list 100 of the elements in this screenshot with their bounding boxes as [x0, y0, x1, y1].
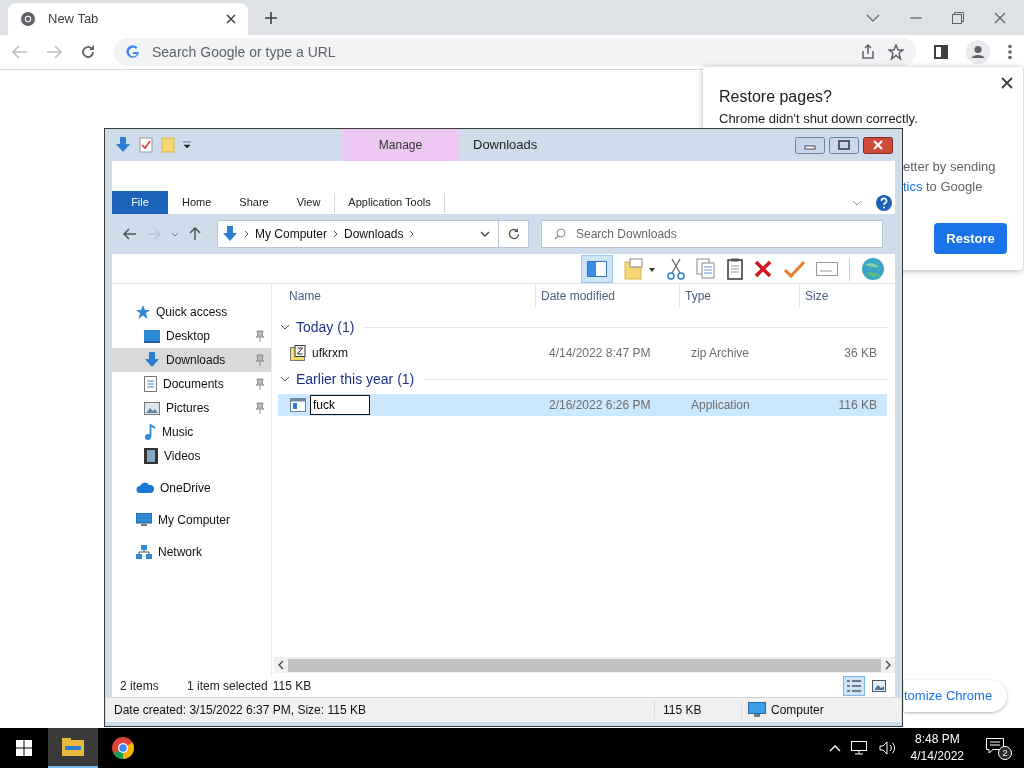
nav-item[interactable]: Documents — [112, 372, 271, 396]
search-field[interactable]: Search Downloads — [541, 220, 883, 248]
document-icon — [144, 376, 157, 392]
show-hidden-icons-icon[interactable] — [828, 744, 841, 752]
new-tab-icon[interactable] — [264, 11, 278, 25]
horizontal-scrollbar[interactable] — [274, 657, 895, 673]
pane-icon — [587, 260, 607, 277]
file-tab[interactable]: File — [112, 191, 168, 214]
address-bar[interactable]: Search Google or type a URL — [114, 38, 916, 66]
properties-icon[interactable] — [139, 137, 153, 153]
ribbon-tab[interactable]: Home — [168, 191, 226, 214]
pin-icon[interactable] — [255, 402, 265, 414]
pin-icon[interactable] — [255, 378, 265, 390]
tab-search-icon[interactable] — [866, 13, 880, 23]
cut-icon[interactable] — [667, 257, 685, 280]
dialog-text: etter by sending — [903, 158, 996, 176]
chrome-icon — [112, 737, 134, 759]
zip-file-icon — [290, 345, 306, 361]
help-icon[interactable] — [876, 194, 892, 211]
details-text: Date created: 3/15/2022 6:37 PM, Size: 115 KB — [113, 702, 367, 719]
refresh-icon — [507, 228, 520, 240]
side-panel-icon[interactable] — [934, 45, 948, 59]
column-header[interactable]: Size — [799, 284, 879, 307]
paste-icon[interactable] — [727, 257, 743, 280]
profile-icon[interactable] — [966, 40, 990, 64]
volume-icon[interactable] — [878, 741, 897, 755]
group-header[interactable]: Today (1) — [296, 316, 355, 338]
nav-item[interactable]: Network — [112, 540, 271, 564]
download-icon[interactable] — [115, 137, 131, 153]
item-count: 2 items — [120, 678, 160, 695]
nav-item[interactable]: Pictures — [112, 396, 271, 420]
group-header[interactable]: Earlier this year (1) — [296, 368, 415, 390]
restore-icon[interactable] — [952, 12, 964, 24]
download-icon — [222, 226, 238, 242]
selection-size: 115 KB — [272, 678, 312, 695]
nav-item[interactable]: Desktop — [112, 324, 271, 348]
computer-icon — [136, 513, 152, 527]
check-icon[interactable] — [783, 259, 805, 278]
ribbon-tab[interactable]: Share — [225, 191, 283, 214]
google-icon — [126, 45, 140, 59]
ribbon-tab[interactable]: Application Tools — [335, 191, 444, 214]
clock[interactable]: 8:48 PM 4/14/2022 — [906, 731, 968, 765]
nav-item[interactable]: Quick access — [112, 300, 271, 324]
column-header[interactable]: Type — [679, 284, 799, 307]
caret-icon[interactable] — [183, 141, 191, 149]
close-icon[interactable] — [994, 12, 1006, 24]
chevron-icon — [409, 230, 415, 238]
column-header[interactable]: Name — [274, 284, 535, 307]
preview-pane-button[interactable] — [581, 254, 613, 283]
refresh-button[interactable] — [499, 220, 529, 248]
tab-title: New Tab — [48, 10, 100, 29]
file-explorer-taskbar-button[interactable] — [48, 728, 98, 768]
reload-icon[interactable] — [80, 44, 96, 60]
nav-item[interactable]: Videos — [112, 444, 271, 468]
image-icon — [144, 401, 160, 415]
browser-tab[interactable]: New Tab — [8, 3, 248, 35]
rename-icon[interactable] — [816, 261, 838, 276]
share-icon[interactable] — [860, 44, 876, 60]
nav-item[interactable]: My Computer — [112, 508, 271, 532]
table-cell-text: 4/14/2022 8:47 PM — [548, 345, 652, 362]
nav-item[interactable]: Music — [112, 420, 271, 444]
file-row[interactable]: ufkrxm 4/14/2022 8:47 PM zip Archive 36 KB — [278, 342, 887, 364]
close-button[interactable] — [863, 136, 893, 154]
rename-field[interactable]: fuck — [310, 395, 370, 415]
search-input[interactable]: Search Downloads — [576, 225, 870, 243]
close-icon[interactable] — [226, 14, 236, 24]
column-header[interactable]: Date modified — [535, 284, 679, 307]
star-icon[interactable] — [888, 44, 904, 60]
recent-locations-icon[interactable] — [171, 231, 179, 237]
notification-center-button[interactable]: 2 — [986, 734, 1014, 762]
close-icon[interactable] — [1001, 77, 1013, 89]
menu-icon[interactable] — [1008, 44, 1012, 60]
collapse-icon[interactable] — [280, 374, 290, 384]
dropdown-icon[interactable] — [480, 231, 490, 237]
customize-chrome-button[interactable]: tomize Chrome — [904, 680, 1007, 712]
network-icon[interactable] — [850, 740, 869, 756]
dialog-message: Chrome didn't shut down correctly. — [719, 111, 918, 126]
details-view-button[interactable] — [843, 676, 865, 696]
file-row[interactable]: fuck 2/16/2022 6:26 PM Application 116 KB — [278, 394, 887, 416]
delete-icon[interactable] — [754, 259, 772, 278]
pin-icon[interactable] — [255, 330, 265, 342]
back-icon[interactable] — [123, 228, 137, 240]
breadcrumb-item[interactable]: My Computer — [255, 225, 328, 243]
globe-icon[interactable] — [861, 256, 885, 281]
nav-item[interactable]: OneDrive — [112, 476, 271, 500]
maximize-button[interactable] — [829, 136, 859, 154]
expand-ribbon-icon[interactable] — [852, 199, 862, 206]
nav-item[interactable]: Downloads — [112, 348, 271, 372]
address-field[interactable]: My Computer Downloads — [217, 220, 499, 248]
restore-button[interactable]: Restore — [934, 223, 1007, 254]
collapse-icon[interactable] — [280, 322, 290, 332]
minimize-button[interactable] — [795, 136, 825, 154]
up-icon[interactable] — [189, 227, 201, 241]
table-cell-text: zip Archive — [690, 345, 751, 362]
star-icon — [136, 305, 150, 319]
search-icon — [554, 228, 566, 240]
application-icon — [290, 398, 306, 412]
ribbon-tab[interactable]: View — [282, 191, 335, 214]
link[interactable]: tics — [903, 177, 923, 197]
breadcrumb-item[interactable]: Downloads — [344, 225, 404, 243]
